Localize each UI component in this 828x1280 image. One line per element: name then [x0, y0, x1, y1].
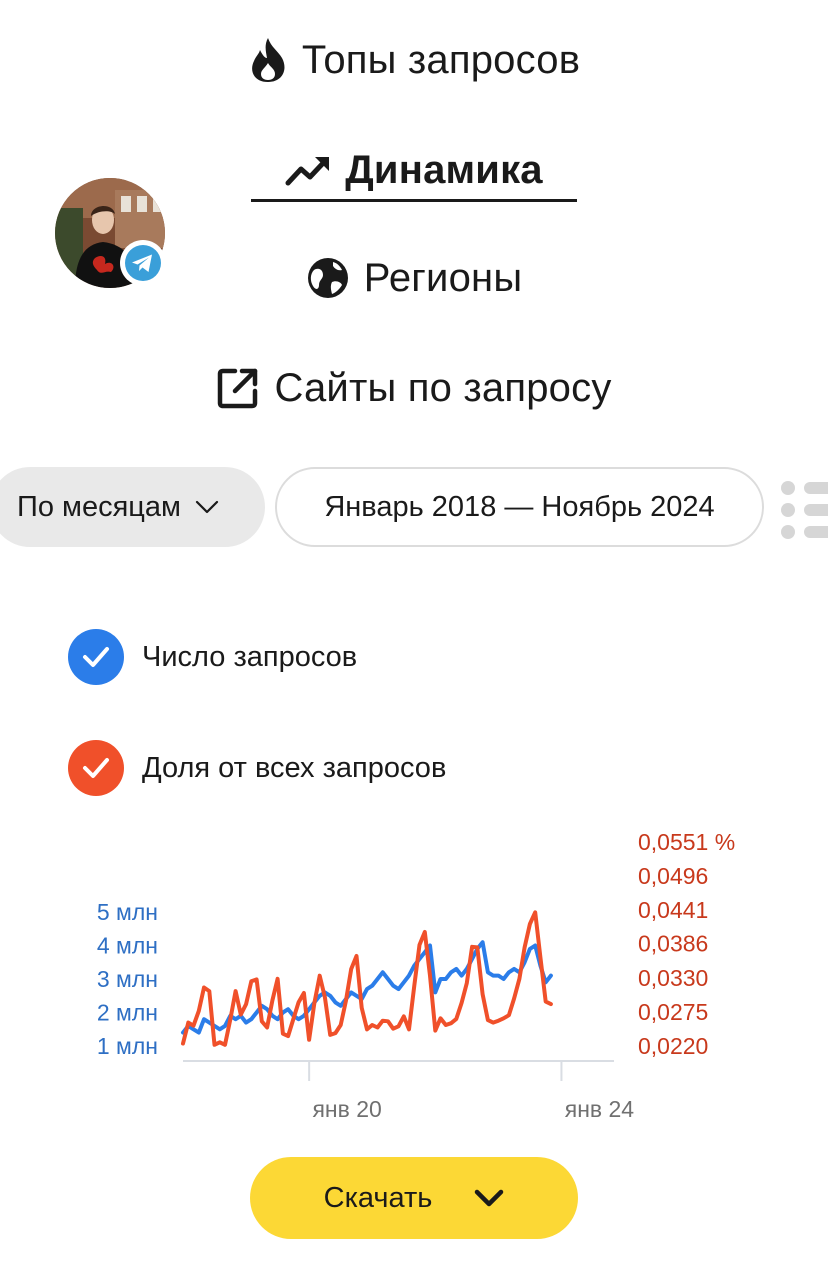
telegram-icon — [125, 245, 161, 281]
date-range-picker[interactable]: Январь 2018 — Ноябрь 2024 — [275, 467, 764, 547]
period-select[interactable]: По месяцам — [0, 467, 265, 547]
period-select-label: По месяцам — [17, 490, 181, 523]
chevron-down-icon — [195, 500, 219, 514]
nav-tops[interactable]: Топы запросов — [0, 30, 828, 90]
chevron-down-icon — [475, 1189, 504, 1207]
nav-sites[interactable]: Сайты по запросу — [0, 358, 828, 418]
y-left-tick-label: 5 млн — [97, 899, 158, 925]
y-left-tick-label: 1 млн — [97, 1033, 158, 1059]
nav-sites-label: Сайты по запросу — [274, 365, 612, 410]
y-right-tick-label: 0,0551 % — [638, 829, 735, 855]
y-left-tick-label: 3 млн — [97, 966, 158, 992]
list-icon — [781, 481, 828, 539]
series-line-share — [181, 910, 553, 1047]
y-right-tick-label: 0,0275 — [638, 999, 708, 1025]
y-right-tick-label: 0,0330 — [638, 965, 708, 991]
dynamics-chart: янв 20 янв 24 5 млн 4 млн 3 млн 2 млн 1 млн 0,0… — [97, 829, 735, 1122]
legend-share-label: Доля от всех запросов — [142, 751, 447, 784]
date-range-label: Январь 2018 — Ноябрь 2024 — [324, 490, 715, 523]
nav-tops-label: Топы запросов — [301, 37, 581, 82]
trending-up-icon — [285, 157, 330, 186]
legend-count-label: Число запросов — [142, 640, 358, 673]
legend-count-toggle[interactable]: Число запросов — [68, 629, 357, 685]
series-line-count — [181, 940, 553, 1035]
fire-icon — [251, 38, 285, 82]
y-right-tick-label: 0,0496 — [638, 863, 708, 889]
x-tick-label: янв 24 — [565, 1096, 635, 1122]
y-left-tick-label: 4 млн — [97, 933, 158, 959]
globe-icon — [307, 258, 348, 298]
x-tick-label: янв 20 — [312, 1096, 381, 1122]
y-right-tick-label: 0,0386 — [638, 931, 708, 957]
download-button-label: Скачать — [323, 1181, 433, 1214]
list-view-toggle[interactable] — [778, 480, 828, 544]
checkbox-checked-icon — [68, 740, 124, 796]
y-left-tick-label: 2 млн — [97, 1000, 158, 1026]
telegram-badge[interactable] — [120, 240, 166, 286]
nav-regions-label: Регионы — [363, 255, 523, 300]
checkbox-checked-icon — [68, 629, 124, 685]
external-link-icon — [218, 368, 258, 409]
legend-share-toggle[interactable]: Доля от всех запросов — [68, 740, 446, 796]
download-button[interactable]: Скачать — [250, 1157, 578, 1239]
nav-dynamics-label: Динамика — [345, 147, 543, 192]
y-right-tick-label: 0,0441 — [638, 897, 708, 923]
y-right-tick-label: 0,0220 — [638, 1033, 708, 1059]
active-tab-underline — [251, 199, 577, 202]
